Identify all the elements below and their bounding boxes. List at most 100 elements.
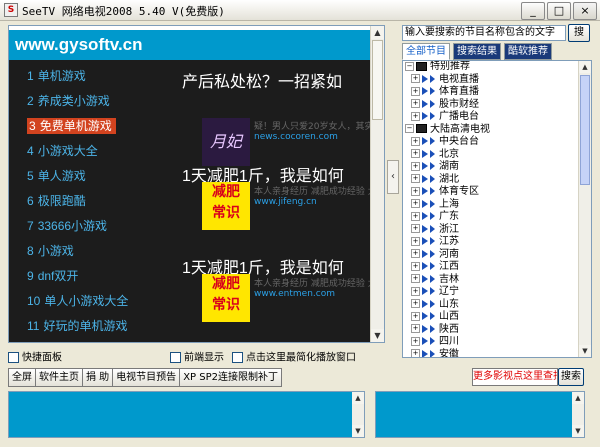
- tree-channel-group[interactable]: + 辽宁: [403, 286, 578, 299]
- tree-channel-group[interactable]: + 湖南: [403, 161, 578, 174]
- expand-icon[interactable]: +: [411, 86, 420, 96]
- ad-thumbnail[interactable]: 减肥 常识: [202, 182, 250, 230]
- game-list-item[interactable]: 8 小游戏: [27, 241, 177, 266]
- close-button[interactable]: ×: [573, 2, 597, 20]
- tree-channel-group[interactable]: + 吉林: [403, 274, 578, 287]
- tree-channel-group[interactable]: + 股市财经: [403, 99, 578, 112]
- game-list-item[interactable]: 4 小游戏大全: [27, 141, 177, 166]
- tree-channel-group[interactable]: + 电视直播: [403, 74, 578, 87]
- tree-category[interactable]: − 大陆高清电视: [403, 124, 578, 137]
- ad-url[interactable]: news.cocoren.com: [254, 132, 338, 142]
- expand-icon[interactable]: +: [411, 186, 420, 196]
- game-list-item[interactable]: 6 极限跑酷: [27, 191, 177, 216]
- game-list-item[interactable]: 2 养成类小游戏: [27, 91, 177, 116]
- tab-recommended[interactable]: 酷软推荐: [504, 43, 552, 60]
- tree-channel-group[interactable]: + 体育专区: [403, 186, 578, 199]
- scroll-up-icon[interactable]: ▲: [371, 26, 384, 39]
- fullscreen-button[interactable]: 全屏: [8, 368, 36, 387]
- expand-icon[interactable]: +: [411, 261, 420, 271]
- tree-channel-group[interactable]: + 江西: [403, 261, 578, 274]
- tree-channel-group[interactable]: + 中央台台: [403, 136, 578, 149]
- search-button[interactable]: 搜: [568, 24, 590, 42]
- expand-icon[interactable]: +: [411, 274, 420, 283]
- collapse-icon[interactable]: −: [405, 124, 414, 133]
- expand-icon[interactable]: +: [411, 199, 420, 208]
- scroll-up-icon[interactable]: ▲: [572, 392, 584, 404]
- xp-patch-button[interactable]: XP SP2连接限制补丁: [179, 368, 282, 387]
- quick-panel-checkbox[interactable]: 快捷面板: [8, 352, 62, 365]
- channel-tree[interactable]: − 特别推荐 + 电视直播 + 体育直播 + 股市财经 + 广播电台 − 大陆高清电视 + 中央台台 + 北京…: [402, 60, 592, 358]
- ad-thumbnail[interactable]: 月妃: [202, 118, 250, 166]
- web-view[interactable]: www.gysoftv.cn 1 单机游戏 2 养成类小游戏 3 免费单机游戏 4 小游戏大全…: [8, 25, 385, 343]
- expand-icon[interactable]: +: [411, 224, 420, 233]
- collapse-panel-icon[interactable]: ‹: [387, 160, 399, 194]
- tree-channel-group[interactable]: + 上海: [403, 199, 578, 212]
- tree-channel-group[interactable]: + 北京: [403, 149, 578, 162]
- expand-icon[interactable]: +: [411, 161, 420, 171]
- scroll-down-icon[interactable]: ▼: [579, 345, 591, 357]
- scroll-thumb[interactable]: [372, 40, 383, 120]
- game-list-item[interactable]: 10 单人小游戏大全: [27, 291, 177, 316]
- front-display-checkbox[interactable]: 前端显示: [170, 352, 224, 365]
- checkbox-icon[interactable]: [170, 352, 181, 363]
- tree-channel-group[interactable]: + 广东: [403, 211, 578, 224]
- tree-channel-group[interactable]: + 浙江: [403, 224, 578, 237]
- game-list-item[interactable]: 9 dnf双开: [27, 266, 177, 291]
- game-list-item[interactable]: 5 单人游戏: [27, 166, 177, 191]
- tree-channel-group[interactable]: + 江苏: [403, 236, 578, 249]
- expand-icon[interactable]: +: [411, 286, 420, 296]
- expand-icon[interactable]: +: [411, 249, 420, 258]
- tree-channel-group[interactable]: + 山东: [403, 299, 578, 312]
- minimize-button[interactable]: _: [521, 2, 545, 20]
- tab-search-results[interactable]: 搜索结果: [453, 43, 501, 60]
- game-list-item[interactable]: 3 免费单机游戏: [27, 116, 177, 141]
- ad-url[interactable]: www.jifeng.cn: [254, 197, 317, 207]
- scroll-up-icon[interactable]: ▲: [352, 392, 364, 404]
- tree-channel-group[interactable]: + 湖北: [403, 174, 578, 187]
- tree-scrollbar[interactable]: ▲ ▼: [578, 61, 591, 357]
- search-submit-button[interactable]: 搜索: [558, 368, 584, 386]
- ad-url[interactable]: www.entmen.com: [254, 289, 335, 299]
- tab-all-programs[interactable]: 全部节目: [402, 43, 450, 60]
- expand-icon[interactable]: +: [411, 311, 420, 321]
- expand-icon[interactable]: +: [411, 174, 420, 183]
- expand-icon[interactable]: +: [411, 111, 420, 121]
- game-list-item[interactable]: 11 好玩的单机游戏: [27, 316, 177, 341]
- donate-button[interactable]: 捐 助: [82, 368, 114, 387]
- homepage-button[interactable]: 软件主页: [35, 368, 83, 387]
- tv-app-icon[interactable]: S: [4, 3, 18, 17]
- status-scrollbar[interactable]: ▲ ▼: [352, 392, 364, 437]
- tv-guide-button[interactable]: 电视节目预告: [112, 368, 181, 387]
- maximize-button[interactable]: □: [547, 2, 571, 20]
- expand-icon[interactable]: +: [411, 211, 420, 221]
- expand-icon[interactable]: +: [411, 136, 420, 146]
- expand-icon[interactable]: +: [411, 236, 420, 246]
- minimize-player-checkbox[interactable]: 点击这里最简化播放窗口: [232, 352, 356, 365]
- expand-icon[interactable]: +: [411, 99, 420, 108]
- tree-channel-group[interactable]: + 陕西: [403, 324, 578, 337]
- more-videos-link[interactable]: 更多影视点这里查找: [472, 368, 558, 386]
- scroll-down-icon[interactable]: ▼: [371, 329, 384, 342]
- expand-icon[interactable]: +: [411, 324, 420, 333]
- expand-icon[interactable]: +: [411, 149, 420, 158]
- scroll-up-icon[interactable]: ▲: [579, 61, 591, 73]
- checkbox-icon[interactable]: [232, 352, 243, 363]
- scroll-down-icon[interactable]: ▼: [572, 425, 584, 437]
- ad-headline[interactable]: 产后私处松？一招紧如: [182, 68, 342, 92]
- collapse-icon[interactable]: −: [405, 61, 414, 71]
- web-scrollbar[interactable]: ▲ ▼: [370, 26, 384, 342]
- ad-thumbnail[interactable]: 减肥 常识: [202, 274, 250, 322]
- tree-channel-group[interactable]: + 河南: [403, 249, 578, 262]
- scroll-down-icon[interactable]: ▼: [352, 425, 364, 437]
- status-scrollbar[interactable]: ▲ ▼: [572, 392, 584, 437]
- expand-icon[interactable]: +: [411, 349, 420, 357]
- game-list-item[interactable]: 1 单机游戏: [27, 66, 177, 91]
- tree-channel-group[interactable]: + 安徽: [403, 349, 578, 357]
- tree-channel-group[interactable]: + 四川: [403, 336, 578, 349]
- program-search-input[interactable]: 输入要搜索的节目名称包含的文字: [402, 25, 566, 41]
- site-header-text[interactable]: www.gysoftv.cn: [15, 35, 143, 55]
- tree-channel-group[interactable]: + 山西: [403, 311, 578, 324]
- tree-channel-group[interactable]: + 广播电台: [403, 111, 578, 124]
- expand-icon[interactable]: +: [411, 299, 420, 308]
- checkbox-icon[interactable]: [8, 352, 19, 363]
